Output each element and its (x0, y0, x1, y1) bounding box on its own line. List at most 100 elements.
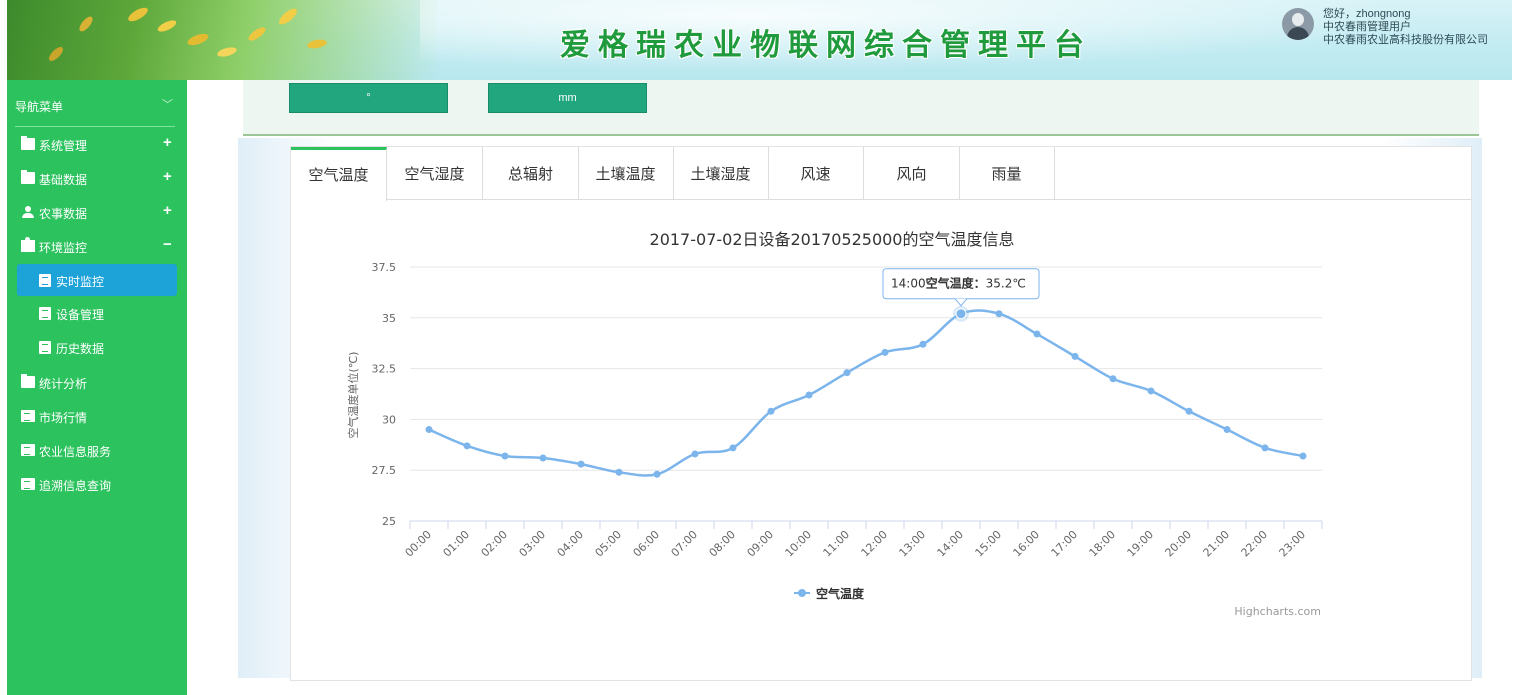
data-point[interactable] (1033, 330, 1041, 338)
collapse-minus-icon[interactable]: − (163, 236, 172, 253)
series-points (425, 305, 1307, 478)
sidebar-item-market[interactable]: 市场行情 (7, 402, 187, 432)
platform-title: 爱格瑞农业物联网综合管理平台 (560, 28, 1092, 63)
data-point[interactable] (843, 369, 851, 377)
sensor-value-box: ° (289, 83, 448, 113)
data-point[interactable] (501, 452, 509, 460)
expand-plus-icon[interactable]: + (163, 202, 172, 219)
sidebar-item-label: 农事数据 (39, 207, 88, 221)
sidebar-item-traceability[interactable]: 追溯信息查询 (7, 470, 187, 500)
x-tick-label: 02:00 (479, 528, 511, 560)
sidebar-item-label: 环境监控 (39, 241, 88, 255)
y-tick-label: 37.5 (372, 261, 397, 274)
data-point[interactable] (1147, 387, 1155, 395)
x-tick-label: 22:00 (1239, 528, 1271, 560)
y-tick-label: 30 (382, 413, 396, 426)
legend-label[interactable]: 空气温度 (816, 586, 865, 601)
rice-grain (46, 44, 66, 64)
x-tick-label: 17:00 (1049, 528, 1081, 560)
folder-icon (21, 136, 35, 150)
sidebar-subitem-realtime[interactable]: 实时监控 (17, 264, 177, 296)
chart-legend[interactable]: 空气温度 (794, 586, 865, 601)
data-point[interactable] (1223, 426, 1231, 434)
data-point[interactable] (919, 340, 927, 348)
chevron-down-icon[interactable]: ﹀ (162, 96, 173, 112)
x-tick-label: 01:00 (441, 528, 473, 560)
data-point[interactable] (615, 468, 623, 476)
data-point[interactable] (653, 470, 661, 478)
sidebar-nav: 导航菜单 ﹀ 系统管理 + 基础数据 + 农事数据 + 环境监控 − 实时监控 … (7, 80, 187, 695)
tooltip-text: 14:00空气温度：35.2℃ (891, 276, 1026, 291)
sidebar-subitem-history[interactable]: 历史数据 (17, 331, 177, 363)
rice-grain (126, 5, 150, 24)
data-point[interactable] (463, 442, 471, 450)
sidebar-subitem-devices[interactable]: 设备管理 (17, 297, 177, 329)
avatar-icon[interactable] (1282, 8, 1314, 40)
chart-grid (410, 266, 1322, 522)
data-point[interactable] (1261, 444, 1269, 452)
y-tick-label: 35 (382, 312, 396, 325)
user-greeting: 您好，zhongnong (1323, 8, 1411, 20)
data-point[interactable] (805, 391, 813, 399)
data-point[interactable] (1299, 452, 1307, 460)
nav-divider (15, 126, 175, 127)
x-tick-label: 00:00 (403, 528, 435, 560)
tooltip-value: 35.2℃ (986, 277, 1026, 291)
tooltip-colon: ： (974, 277, 986, 291)
data-point[interactable] (577, 460, 585, 468)
data-point[interactable] (767, 407, 775, 415)
user-info[interactable]: 您好，zhongnong 中农春雨管理用户 中农春雨农业高科技股份有限公司 (1282, 8, 1522, 52)
data-point[interactable] (729, 444, 737, 452)
expand-plus-icon[interactable]: + (163, 134, 172, 151)
expand-plus-icon[interactable]: + (163, 168, 172, 185)
x-tick-label: 11:00 (821, 528, 853, 560)
nav-menu-title[interactable]: 导航菜单 (15, 98, 63, 115)
sidebar-subitem-label: 实时监控 (56, 275, 105, 289)
data-point[interactable] (1109, 375, 1117, 383)
y-tick-label: 27.5 (372, 464, 397, 477)
tooltip-pointer (954, 298, 968, 307)
sidebar-item-env-monitor[interactable]: 环境监控 − (7, 232, 187, 262)
sidebar-subitem-label: 历史数据 (56, 342, 105, 356)
data-point[interactable] (1185, 407, 1193, 415)
x-tick-label: 20:00 (1163, 528, 1195, 560)
sidebar-item-farming-data[interactable]: 农事数据 + (7, 198, 187, 228)
x-tick-label: 03:00 (517, 528, 549, 560)
sidebar-item-agri-info[interactable]: 农业信息服务 (7, 436, 187, 466)
rice-grain (276, 5, 300, 28)
tooltip-series-label: 空气温度 (926, 276, 975, 291)
sidebar-item-system[interactable]: 系统管理 + (7, 130, 187, 160)
user-icon (21, 206, 35, 218)
rice-grain (246, 24, 268, 44)
data-point[interactable] (881, 348, 889, 356)
sensor-panel: ° mm (243, 80, 1479, 136)
sidebar-item-label: 追溯信息查询 (39, 479, 112, 493)
x-tick-label: 10:00 (783, 528, 815, 560)
user-company: 中农春雨农业高科技股份有限公司 (1323, 34, 1488, 46)
chart-title: 2017-07-02日设备20170525000的空气温度信息 (650, 230, 1015, 249)
data-point[interactable] (1071, 352, 1079, 360)
data-point[interactable] (995, 310, 1003, 318)
line-chart: 2017-07-02日设备20170525000的空气温度信息 25 27.5 30… (346, 230, 1323, 618)
y-tick-label: 32.5 (372, 363, 397, 376)
sidebar-item-label: 统计分析 (39, 377, 88, 391)
data-point[interactable] (539, 454, 547, 462)
data-point[interactable] (955, 308, 967, 320)
y-axis: 25 27.5 30 32.5 35 37.5 (372, 261, 397, 528)
x-tick-label: 13:00 (897, 528, 929, 560)
chart-panel: 空气温度 空气湿度 总辐射 土壤温度 土壤湿度 风速 风向 雨量 2017-07… (290, 146, 1472, 681)
header-rice-image (7, 0, 437, 80)
sidebar-item-statistics[interactable]: 统计分析 (7, 368, 187, 398)
data-point[interactable] (425, 426, 433, 434)
rice-grain (306, 38, 328, 50)
x-tick-label: 15:00 (973, 528, 1005, 560)
tooltip-time: 14:00 (891, 277, 926, 291)
x-tick-label: 09:00 (745, 528, 777, 560)
rice-grain (216, 45, 238, 59)
data-point[interactable] (691, 450, 699, 458)
chart-credits[interactable]: Highcharts.com (1234, 605, 1321, 618)
x-tick-label: 14:00 (935, 528, 967, 560)
sensor-value-box: mm (488, 83, 647, 113)
x-tick-label: 21:00 (1201, 528, 1233, 560)
sidebar-item-basic-data[interactable]: 基础数据 + (7, 164, 187, 194)
